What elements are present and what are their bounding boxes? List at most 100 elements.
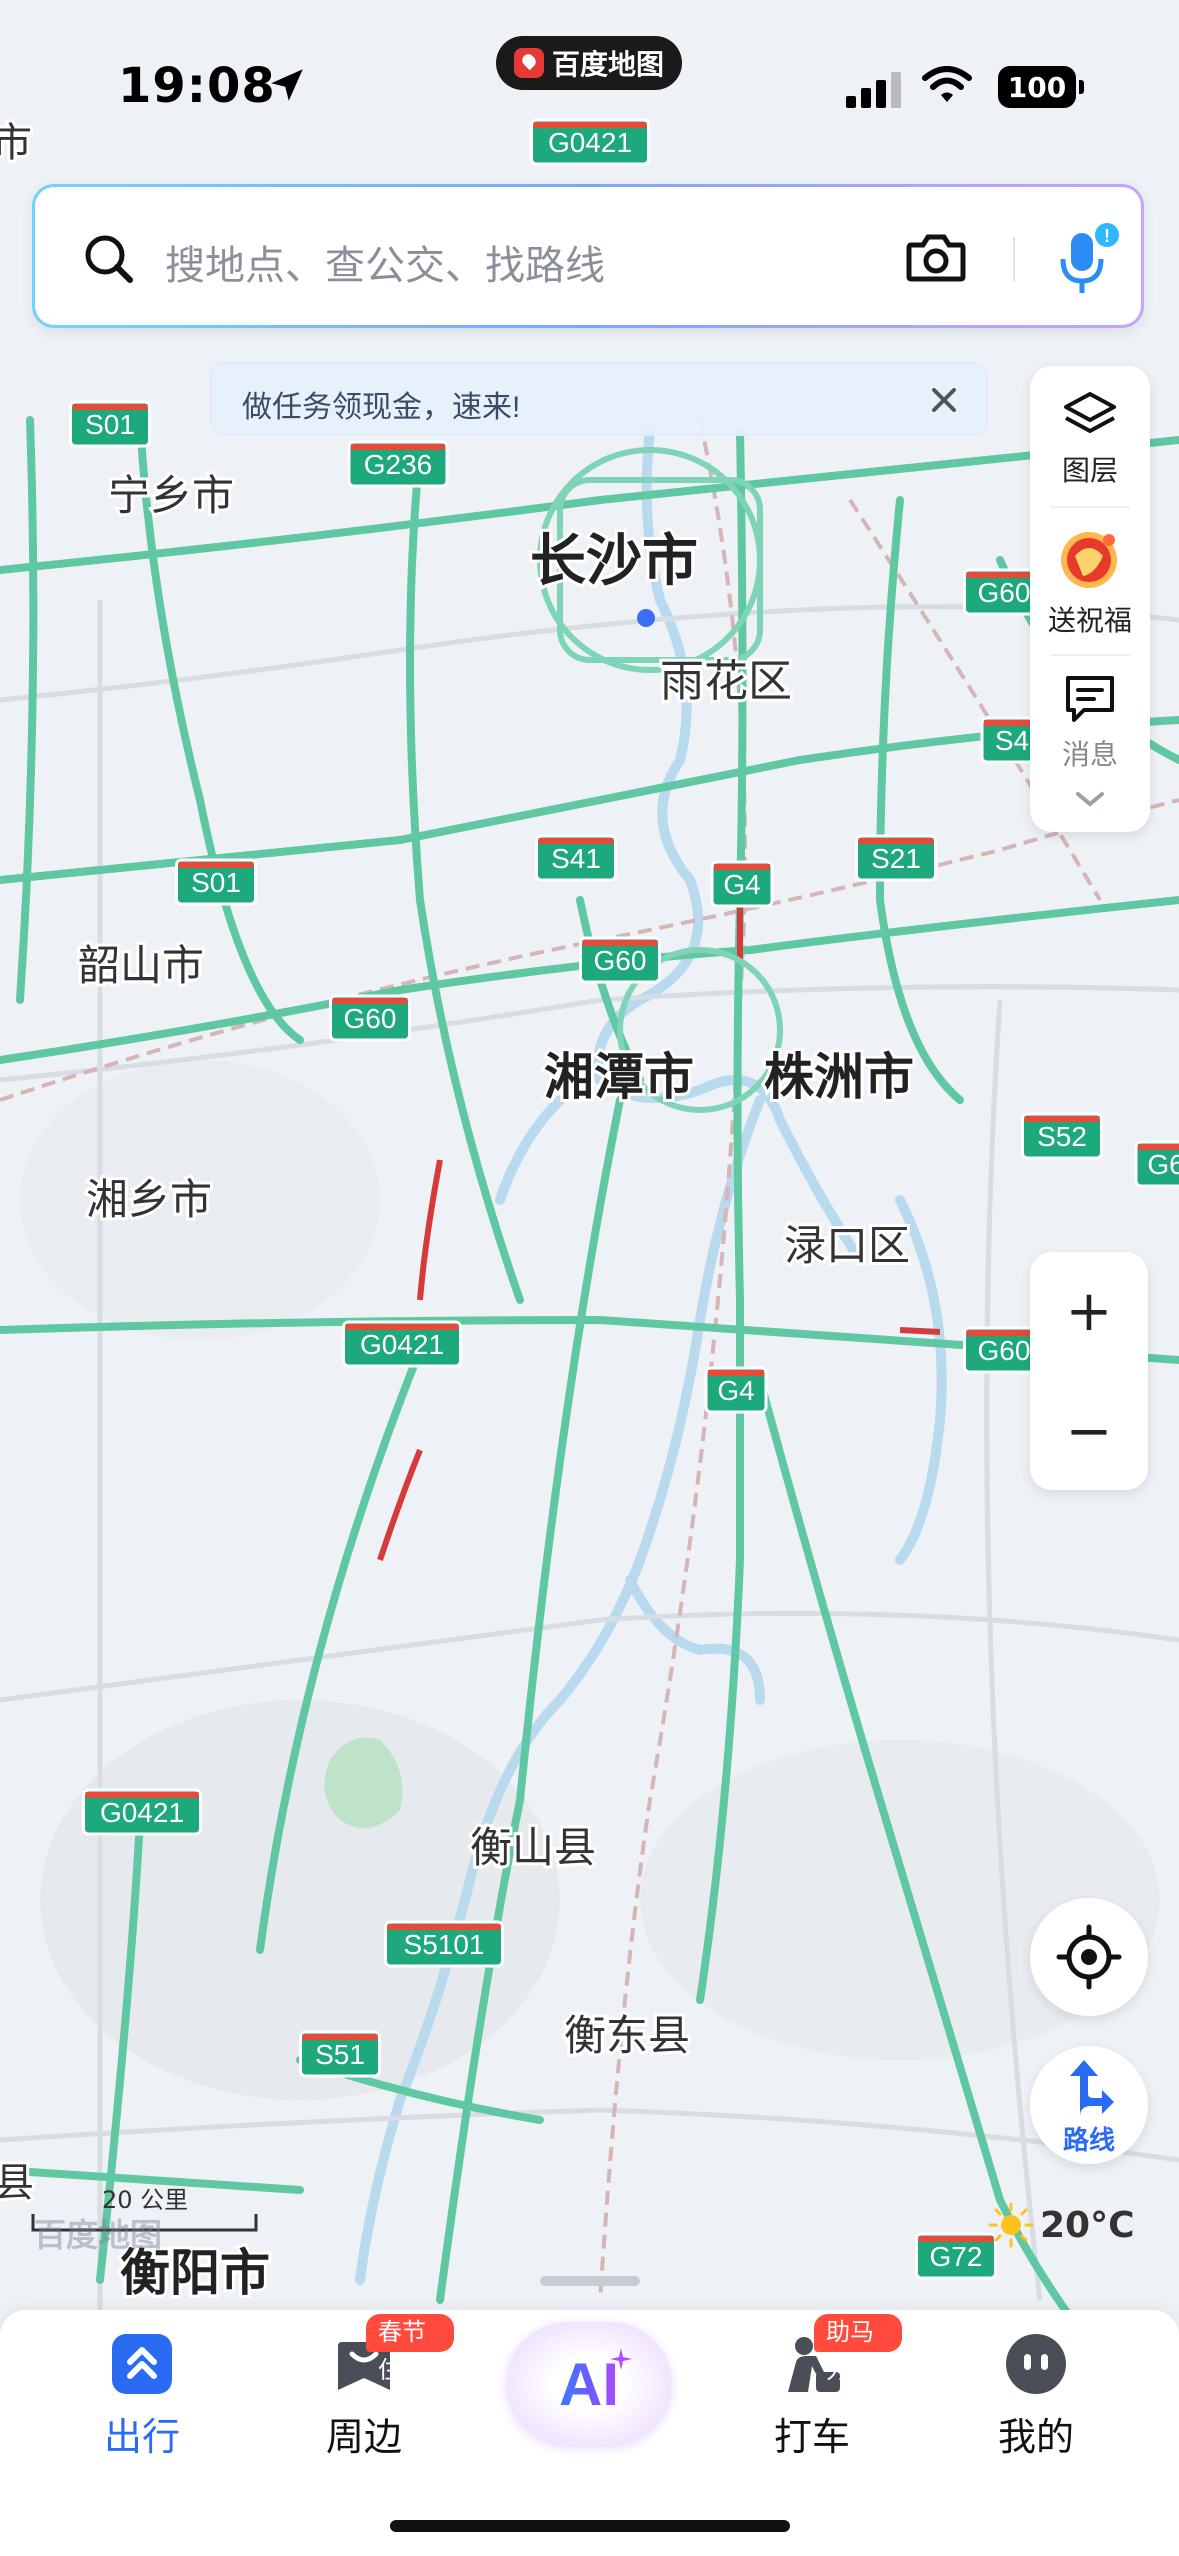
city-label-hengshan[interactable]: 衡山县 <box>467 1821 599 1874</box>
road-shield: G60 <box>329 994 411 1042</box>
sparkle-icon <box>610 2348 632 2370</box>
road-shield: S41 <box>535 834 617 882</box>
city-label-zhuzhou[interactable]: 株洲市 <box>761 1046 917 1108</box>
road-shield-label: S52 <box>1037 1121 1087 1152</box>
road-shield-label: S51 <box>315 2039 365 2070</box>
road-shield-label: S5101 <box>404 1929 485 1960</box>
route-arrow-icon <box>1070 2060 1114 2116</box>
app-indicator-label: 百度地图 <box>551 48 664 81</box>
city-label-changsha[interactable]: 长沙市 <box>527 526 701 595</box>
close-icon[interactable] <box>926 382 962 418</box>
travel-icon <box>112 2334 172 2394</box>
layers-button[interactable]: 图层 <box>1030 390 1150 489</box>
bottom-tab-bar: 出行 周边 春节住 AI 打车 助马力 我的 <box>0 2310 1179 2556</box>
road-shield: G236 <box>347 440 449 488</box>
zoom-in-button[interactable]: + <box>1030 1252 1148 1370</box>
road-shield: G4 <box>704 1366 768 1414</box>
microphone-icon[interactable]: ! <box>1051 219 1123 303</box>
road-shield-label: G4 <box>717 1375 754 1406</box>
road-shield-label: S4 <box>995 725 1029 756</box>
map-side-panel: 图层 送祝福 消息 <box>1030 366 1150 832</box>
side-panel-divider <box>1050 506 1130 508</box>
locate-me-button[interactable] <box>1030 1898 1148 2016</box>
layers-label: 图层 <box>1061 455 1118 486</box>
route-button[interactable]: 路线 <box>1030 2046 1148 2164</box>
city-label-lukou[interactable]: 渌口区 <box>781 1219 913 1272</box>
road-shield: G4 <box>710 860 774 908</box>
city-label-ningxiang[interactable]: 宁乡市 <box>105 469 237 522</box>
tab-nearby-badge: 春节住 <box>366 2314 454 2384</box>
messages-label: 消息 <box>1061 739 1118 770</box>
cellular-signal-icon <box>846 72 901 108</box>
search-input[interactable]: 搜地点、查公交、找路线 <box>165 233 605 291</box>
chevron-down-icon[interactable] <box>1074 790 1106 810</box>
road-shield-label: S41 <box>551 843 601 874</box>
road-shield: G0421 <box>342 1320 462 1368</box>
promo-banner-text: 做任务领现金，速来! <box>242 391 521 424</box>
road-shield-label: G0421 <box>360 1329 444 1360</box>
tab-nearby-label: 周边 <box>325 2417 402 2459</box>
road-shield-label: G60 <box>978 1335 1031 1366</box>
crosshair-icon <box>1056 1924 1122 1990</box>
road-shield-label: S01 <box>85 409 135 440</box>
weather-widget[interactable]: 20°C <box>988 2202 1135 2248</box>
home-indicator <box>390 2520 790 2532</box>
road-shield-label: G4 <box>723 869 760 900</box>
road-shield-label: G60 <box>978 577 1031 608</box>
road-shield: G0421 <box>82 1788 202 1836</box>
road-shield: S52 <box>1021 1112 1103 1160</box>
location-arrow-icon <box>271 69 303 101</box>
tab-taxi-badge: 助马力 <box>814 2314 902 2384</box>
layers-icon <box>1064 392 1116 433</box>
messages-button[interactable]: 消息 <box>1030 672 1150 773</box>
search-divider <box>1013 237 1015 281</box>
tab-mine-label: 我的 <box>997 2417 1074 2459</box>
road-shield-label: G0421 <box>100 1797 184 1828</box>
road-shield: G72 <box>915 2232 997 2280</box>
search-icon <box>85 235 133 283</box>
zoom-control: + − <box>1030 1252 1148 1490</box>
tab-taxi-label: 打车 <box>773 2417 850 2459</box>
tab-travel-label: 出行 <box>103 2417 180 2459</box>
blessing-icon <box>1061 532 1117 588</box>
road-shield: G60 <box>579 936 661 984</box>
road-shield-label: S21 <box>871 843 921 874</box>
camera-icon[interactable] <box>905 231 967 285</box>
drag-handle[interactable] <box>540 2276 640 2286</box>
city-label-xiangxiang[interactable]: 湘乡市 <box>83 1173 215 1226</box>
search-bar[interactable]: 搜地点、查公交、找路线 ! <box>32 184 1144 328</box>
blessing-label: 送祝福 <box>1047 605 1132 636</box>
road-shield-label: G236 <box>364 449 433 480</box>
city-label-hengdong[interactable]: 衡东县 <box>561 2009 693 2062</box>
battery-icon: 100 <box>998 66 1084 108</box>
blessing-button[interactable]: 送祝福 <box>1030 526 1150 639</box>
road-shield-label: S01 <box>191 867 241 898</box>
tab-travel[interactable]: 出行 <box>52 2310 232 2510</box>
city-label-xiangtan[interactable]: 湘潭市 <box>541 1046 697 1108</box>
road-shield: S01 <box>69 400 151 448</box>
tab-taxi[interactable]: 打车 助马力 <box>722 2310 902 2510</box>
tab-nearby[interactable]: 周边 春节住 <box>274 2310 454 2510</box>
sun-icon <box>988 2202 1034 2248</box>
app-indicator-pill[interactable]: 百度地图 <box>496 36 682 90</box>
promo-banner[interactable]: 做任务领现金，速来! <box>210 362 988 436</box>
status-time: 19:08 <box>118 58 276 114</box>
ai-assistant-button[interactable]: AI <box>506 2322 672 2446</box>
tab-mine[interactable]: 我的 <box>946 2310 1126 2510</box>
city-label-yuhua[interactable]: 雨花区 <box>657 654 795 709</box>
road-shield-label: G60 <box>594 945 647 976</box>
message-icon <box>1066 676 1114 722</box>
road-shield: S01 <box>175 858 257 906</box>
city-label-partial-county[interactable]: 县 <box>0 2158 37 2208</box>
zoom-out-button[interactable]: − <box>1030 1372 1148 1490</box>
city-label-shaoshan[interactable]: 韶山市 <box>75 939 207 992</box>
svg-text:!: ! <box>1104 226 1110 246</box>
status-bar: 19:08 百度地图 100 <box>0 0 1179 170</box>
road-shield-label: G6 <box>1147 1149 1179 1180</box>
road-shield-label: G72 <box>930 2241 983 2272</box>
road-shield: S21 <box>855 834 937 882</box>
road-shield: S5101 <box>384 1920 504 1968</box>
baidu-maps-logo-icon <box>513 48 544 78</box>
map-watermark: 百度地图 <box>34 2216 163 2254</box>
battery-level: 100 <box>1007 70 1067 104</box>
